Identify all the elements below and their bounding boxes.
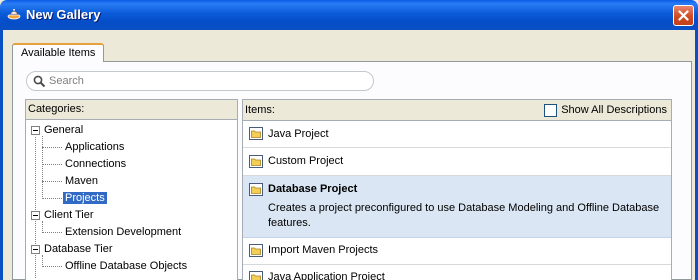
tree-line — [42, 181, 62, 182]
item-description: Creates a project preconfigured to use D… — [268, 202, 660, 229]
tree-line — [42, 232, 62, 233]
tree-item-applications[interactable]: Applications — [63, 139, 126, 156]
items-panel: Items: Show All Descriptions Java Projec… — [242, 99, 672, 280]
search-input[interactable] — [49, 74, 349, 88]
folder-icon — [249, 155, 263, 171]
items-header: Items: Show All Descriptions — [243, 100, 671, 121]
categories-panel: Categories: General Applications Connect… — [25, 99, 238, 280]
list-item-java-application-project[interactable]: Java Application Project — [243, 265, 671, 280]
folder-icon — [249, 271, 263, 280]
tree-line — [35, 137, 36, 278]
list-item-database-project[interactable]: Database Project Creates a project preco… — [243, 176, 671, 238]
search-icon — [33, 75, 46, 91]
close-button[interactable] — [673, 5, 694, 26]
show-all-descriptions-checkbox[interactable] — [544, 104, 558, 117]
tab-available-items[interactable]: Available Items — [12, 43, 105, 62]
tree-line — [42, 266, 62, 267]
search-field[interactable] — [26, 71, 374, 91]
show-all-descriptions-toggle[interactable]: Show All Descriptions — [544, 104, 667, 117]
list-item-import-maven-projects[interactable]: Import Maven Projects — [243, 238, 671, 265]
collapse-client-tier-icon[interactable] — [31, 211, 40, 220]
list-item-custom-project[interactable]: Custom Project — [243, 148, 671, 176]
tree-item-projects[interactable]: Projects — [63, 190, 107, 207]
window-title: New Gallery — [26, 7, 101, 22]
tree-item-maven[interactable]: Maven — [63, 173, 100, 190]
folder-icon — [249, 244, 263, 260]
folder-icon — [249, 183, 263, 199]
categories-header: Categories: — [26, 100, 237, 120]
close-icon — [678, 10, 689, 21]
tree-item-connections[interactable]: Connections — [63, 156, 128, 173]
tree-line — [42, 147, 62, 148]
title-bar: New Gallery — [0, 0, 698, 30]
gallery-app-icon — [6, 7, 22, 23]
tree-item-offline-database-objects[interactable]: Offline Database Objects — [63, 258, 189, 275]
list-item-java-project[interactable]: Java Project — [243, 121, 671, 148]
tree-item-extension-development[interactable]: Extension Development — [63, 224, 183, 241]
tree-line — [42, 164, 62, 165]
tree-item-client-tier[interactable]: Client Tier — [42, 207, 96, 224]
tree-line — [42, 198, 62, 199]
tree-item-database-tier[interactable]: Database Tier — [42, 241, 114, 258]
tree-line — [42, 136, 43, 199]
collapse-general-icon[interactable] — [31, 126, 40, 135]
collapse-database-tier-icon[interactable] — [31, 245, 40, 254]
tree-item-general[interactable]: General — [42, 122, 85, 139]
show-all-descriptions-label: Show All Descriptions — [561, 104, 667, 116]
folder-icon — [249, 127, 263, 143]
